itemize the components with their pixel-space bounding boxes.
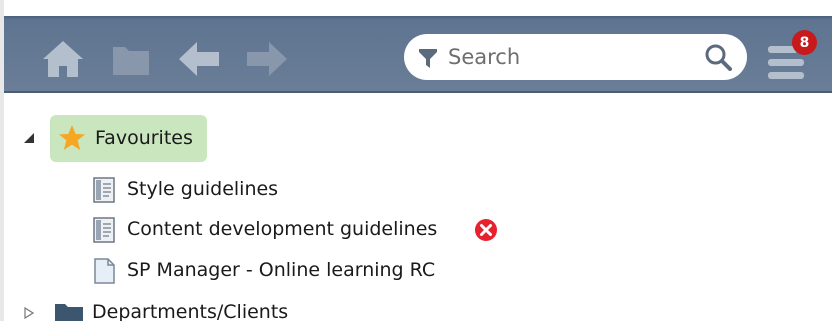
home-button[interactable] xyxy=(36,32,90,86)
window-left-edge xyxy=(0,0,4,321)
search-box[interactable] xyxy=(404,34,747,80)
search-input[interactable] xyxy=(448,40,688,74)
favourites-selected[interactable]: Favourites xyxy=(50,115,207,162)
item-label: SP Manager - Online learning RC xyxy=(127,259,436,281)
navigation-tree: Favourites Style guidelines Content deve… xyxy=(0,93,832,321)
search-icon[interactable] xyxy=(704,43,732,71)
item-label: Content development guidelines xyxy=(127,218,438,240)
item-label: Style guidelines xyxy=(127,178,279,200)
star-icon xyxy=(59,125,85,150)
tree-node-departments[interactable]: Departments/Clients xyxy=(24,299,424,321)
document-icon xyxy=(93,177,115,203)
window-top-edge xyxy=(0,0,832,16)
expanded-triangle-icon[interactable] xyxy=(24,133,34,143)
folder-icon xyxy=(113,47,149,75)
filter-icon[interactable] xyxy=(418,47,438,69)
notification-badge[interactable]: 8 xyxy=(792,30,817,55)
folder-button[interactable] xyxy=(104,32,158,86)
folder-icon xyxy=(55,304,83,321)
home-icon xyxy=(43,41,83,77)
arrow-right-icon xyxy=(247,42,287,76)
forward-button[interactable] xyxy=(240,32,294,86)
favourites-label: Favourites xyxy=(95,127,193,149)
app-window: 8 Favourites Style guideline xyxy=(0,0,832,321)
document-icon xyxy=(93,217,115,243)
arrow-left-icon xyxy=(179,42,219,76)
departments-label: Departments/Clients xyxy=(92,301,289,321)
collapsed-triangle-icon[interactable] xyxy=(24,307,34,319)
page-icon xyxy=(94,258,115,284)
error-icon[interactable] xyxy=(474,218,498,242)
back-button[interactable] xyxy=(172,32,226,86)
